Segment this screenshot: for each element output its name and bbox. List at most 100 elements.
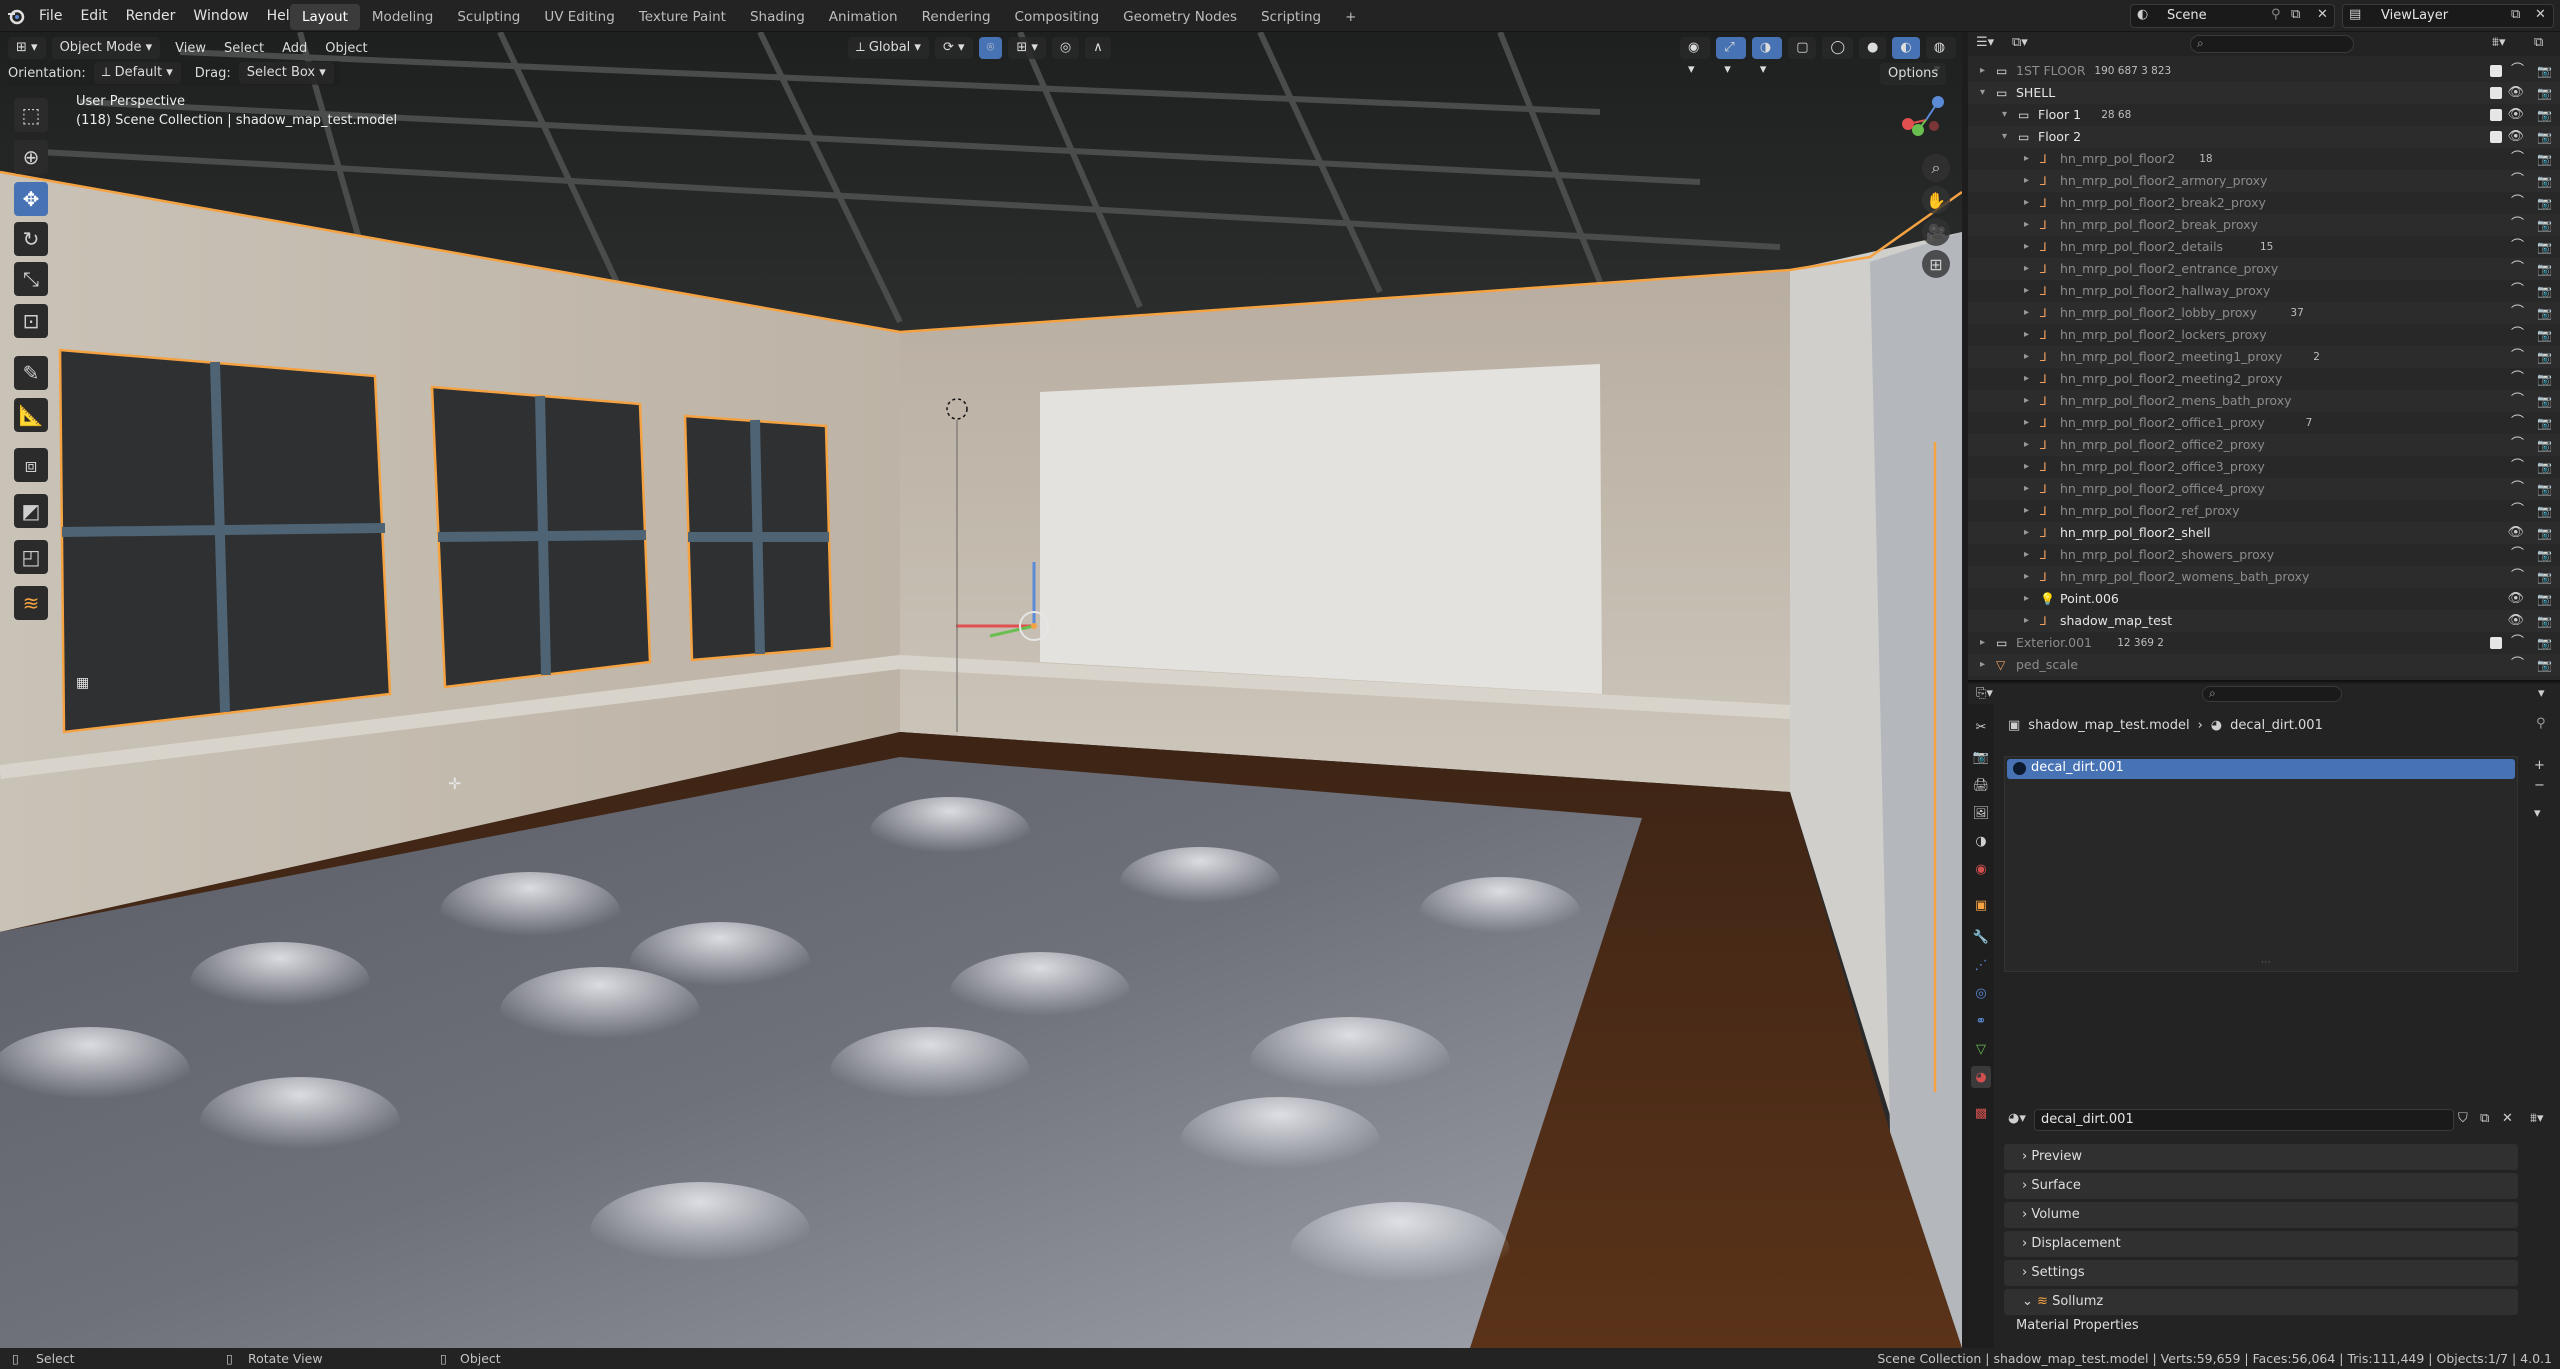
visibility-eye-icon[interactable]: ⌒ [2511, 170, 2524, 192]
falloff-icon[interactable]: ∧ [1085, 37, 1111, 59]
properties-editor-icon[interactable]: ⎘▾ [1976, 686, 1993, 701]
resize-handle-icon[interactable]: ⋯ [2261, 957, 2271, 968]
render-camera-icon[interactable]: 📷 [2537, 654, 2552, 676]
visibility-eye-icon[interactable]: ⌒ [2511, 258, 2524, 280]
drag-dropdown[interactable]: Select Box ▾ [238, 62, 334, 84]
navigation-gizmo[interactable] [1898, 92, 1954, 148]
visibility-eye-icon[interactable]: ⌒ [2511, 412, 2524, 434]
tab-shading[interactable]: Shading [738, 4, 817, 30]
3d-viewport[interactable]: ⊞ ▾ Object Mode ▾ View Select Add Object… [0, 32, 1962, 1348]
scene-tab-icon[interactable]: ◑ [1971, 830, 1991, 852]
editor-type-icon[interactable]: ⊞ ▾ [8, 37, 46, 59]
menu-add[interactable]: Add [273, 41, 316, 56]
snap-target-icon[interactable]: ⊞ ▾ [1008, 37, 1046, 59]
material-slot-list[interactable]: decal_dirt.001 ▸ ⋯ [2004, 756, 2518, 1170]
render-camera-icon[interactable]: 📷 [2537, 610, 2552, 632]
outliner-row[interactable]: ▸ ⅃ hn_mrp_pol_floor2_womens_bath_proxy ⌒ 📷 [1968, 566, 2560, 588]
visibility-eye-icon[interactable]: 👁 [2507, 522, 2524, 544]
render-camera-icon[interactable]: 📷 [2537, 104, 2552, 126]
disclosure-triangle-icon[interactable]: ▸ [2024, 280, 2029, 302]
scene-render[interactable] [0, 32, 1962, 1348]
render-camera-icon[interactable]: 📷 [2537, 126, 2552, 148]
outliner-editor-icon[interactable]: ☰▾ [1976, 35, 1994, 50]
display-mode-icon[interactable]: ⧉▾ [2012, 35, 2028, 50]
outliner-row[interactable]: ▸ ⅃ hn_mrp_pol_floor2_showers_proxy ⌒ 📷 [1968, 544, 2560, 566]
properties-collapse-icon[interactable]: ▾ [2538, 686, 2545, 701]
scene-selector[interactable]: ◐ Scene ⚲ ⧉ ✕ [2130, 4, 2335, 28]
disclosure-triangle-icon[interactable]: ▸ [2024, 368, 2029, 390]
render-camera-icon[interactable]: 📷 [2537, 478, 2552, 500]
select-box-tool-icon[interactable]: ⬚ [14, 98, 48, 132]
slot-specials-icon[interactable]: ▾ [2534, 806, 2541, 821]
disclosure-triangle-icon[interactable]: ▸ [2024, 522, 2029, 544]
outliner-row[interactable]: ▸ ⅃ hn_mrp_pol_floor2_office2_proxy ⌒ 📷 [1968, 434, 2560, 456]
texture-tab-icon[interactable]: ▩ [1971, 1102, 1991, 1124]
visibility-eye-icon[interactable]: 👁 [2507, 610, 2524, 632]
close-icon[interactable]: ✕ [2317, 7, 2328, 22]
disclosure-triangle-icon[interactable]: ▸ [2024, 434, 2029, 456]
properties-search-input[interactable]: ⌕ [2202, 686, 2342, 702]
tab-sculpting[interactable]: Sculpting [445, 4, 532, 30]
pin-properties-icon[interactable]: ⚲ [2536, 716, 2546, 731]
overlay-icon[interactable]: ◑ ▾ [1751, 37, 1783, 77]
mode-dropdown[interactable]: Object Mode ▾ [51, 37, 161, 59]
disclosure-triangle-icon[interactable]: ▸ [2024, 148, 2029, 170]
visibility-eye-icon[interactable]: ⌒ [2511, 302, 2524, 324]
tool-tab-icon[interactable]: ✂ [1971, 716, 1991, 738]
outliner-row[interactable]: ▸ ▭ 1ST FLOOR 190 687 3 823 ⌒ 📷 [1968, 60, 2560, 82]
visibility-eye-icon[interactable]: ⌒ [2511, 148, 2524, 170]
outliner-row[interactable]: ▾ ▭ SHELL 👁 📷 [1968, 82, 2560, 104]
exclude-checkbox[interactable] [2490, 65, 2502, 77]
tab-texture-paint[interactable]: Texture Paint [627, 4, 738, 30]
disclosure-triangle-icon[interactable]: ▸ [2024, 214, 2029, 236]
outliner-row[interactable]: ▾ ▭ Floor 2 👁 📷 [1968, 126, 2560, 148]
perspective-toggle-icon[interactable]: ⊞ [1922, 250, 1950, 278]
gizmo-icon[interactable]: ⤢ ▾ [1716, 37, 1746, 77]
tab-scripting[interactable]: Scripting [1249, 4, 1333, 30]
visibility-eye-icon[interactable]: ⌒ [2511, 390, 2524, 412]
menu-file[interactable]: File [30, 0, 71, 32]
disclosure-triangle-icon[interactable]: ▸ [2024, 456, 2029, 478]
visibility-eye-icon[interactable]: ⌒ [2511, 280, 2524, 302]
outliner-row[interactable]: ▸ ⅃ hn_mrp_pol_floor2_entrance_proxy ⌒ 📷 [1968, 258, 2560, 280]
outliner-row[interactable]: ▸ 💡 Point.006 👁 📷 [1968, 588, 2560, 610]
camera-view-icon[interactable]: 🎥 [1922, 218, 1950, 246]
outliner-row[interactable]: ▸ ⅃ hn_mrp_pol_floor2_lockers_proxy ⌒ 📷 [1968, 324, 2560, 346]
tab-animation[interactable]: Animation [817, 4, 910, 30]
outliner-row[interactable]: ▸ ⅃ hn_mrp_pol_floor2_break_proxy ⌒ 📷 [1968, 214, 2560, 236]
material-properties-subpanel[interactable]: Material Properties [2016, 1318, 2139, 1333]
disclosure-triangle-icon[interactable]: ▸ [2024, 258, 2029, 280]
data-tab-icon[interactable]: ▽ [1971, 1038, 1991, 1060]
disclosure-triangle-icon[interactable]: ▸ [2024, 390, 2029, 412]
pivot-icon[interactable]: ⟳ ▾ [934, 37, 973, 59]
disclosure-triangle-icon[interactable]: ▸ [2024, 610, 2029, 632]
panel-settings[interactable]: › Settings [2004, 1260, 2518, 1286]
render-camera-icon[interactable]: 📷 [2537, 236, 2552, 258]
orientation-dropdown[interactable]: ⟂ Default ▾ [93, 62, 181, 84]
tab-geometry-nodes[interactable]: Geometry Nodes [1111, 4, 1249, 30]
visibility-eye-icon[interactable]: ⌒ [2511, 368, 2524, 390]
visibility-icon[interactable]: ◉ ▾ [1680, 37, 1711, 77]
particles-tab-icon[interactable]: ⋰ [1971, 954, 1991, 976]
render-camera-icon[interactable]: 📷 [2537, 214, 2552, 236]
outliner-row[interactable]: ▸ ⅃ hn_mrp_pol_floor2_office1_proxy 7 ⌒ 📷 [1968, 412, 2560, 434]
render-camera-icon[interactable]: 📷 [2537, 434, 2552, 456]
disclosure-triangle-icon[interactable]: ▸ [2024, 302, 2029, 324]
browse-material-icon[interactable]: ◕▾ [2008, 1111, 2026, 1126]
visibility-eye-icon[interactable]: 👁 [2507, 126, 2524, 148]
panel-displacement[interactable]: › Displacement [2004, 1231, 2518, 1257]
move-tool-icon[interactable]: ✥ [14, 182, 48, 216]
filter-icon[interactable]: ⩩▾ [2492, 35, 2505, 50]
material-filter-icon[interactable]: ⩩▾ [2530, 1111, 2543, 1126]
disclosure-triangle-icon[interactable]: ▾ [2002, 104, 2007, 126]
disclosure-triangle-icon[interactable]: ▸ [2024, 500, 2029, 522]
outliner-row[interactable]: ▸ ▽ ped_scale ⌒ 📷 [1968, 654, 2560, 676]
visibility-eye-icon[interactable]: ⌒ [2511, 434, 2524, 456]
annotate-tool-icon[interactable]: ✎ [14, 356, 48, 390]
render-camera-icon[interactable]: 📷 [2537, 368, 2552, 390]
visibility-eye-icon[interactable]: ⌒ [2511, 346, 2524, 368]
sollumz-tool-2-icon[interactable]: ◰ [14, 540, 48, 574]
menu-edit[interactable]: Edit [71, 0, 116, 32]
disclosure-triangle-icon[interactable]: ▸ [2024, 412, 2029, 434]
visibility-eye-icon[interactable]: ⌒ [2511, 236, 2524, 258]
